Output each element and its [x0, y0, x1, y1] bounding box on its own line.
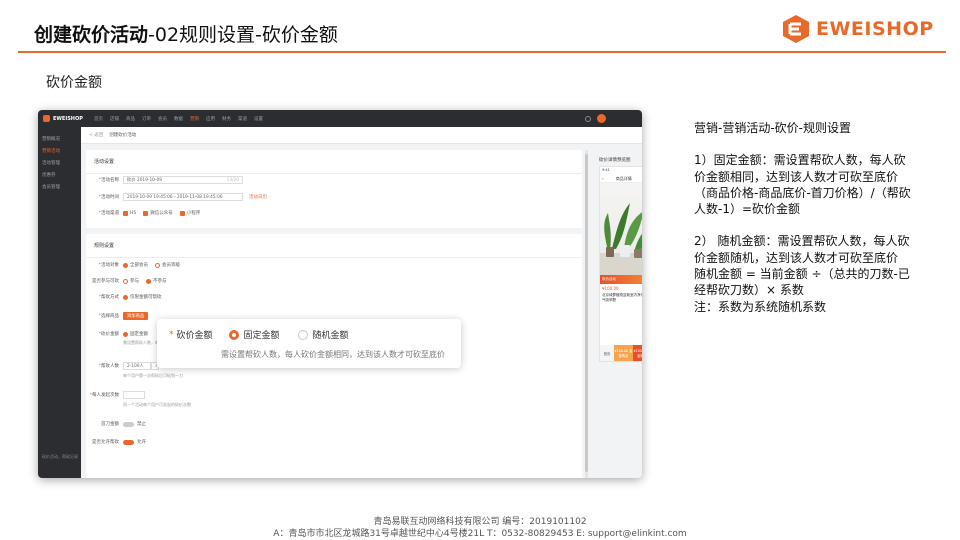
helpers-hint-row: 每个用户第一次帮砍后可砍到一刀 [123, 373, 183, 378]
section-label: 砍价金额 [46, 75, 102, 91]
buy-direct-button[interactable]: ¥100.00 直接购买 [614, 345, 633, 361]
footer-contact: A：青岛市市北区龙城路31号卓越世纪中心4号楼21L T：0532-808294… [273, 529, 687, 539]
app-topbar: EWEISHOP 首页 店铺 商品 订单 会员 数据 营销 应用 财务 渠道 设置 [38, 110, 642, 127]
top-nav-item[interactable]: 设置 [254, 116, 263, 122]
top-nav-item[interactable]: 会员 [158, 116, 167, 122]
title-divider [18, 51, 946, 53]
repeat-yes-radio[interactable]: 参与 [123, 278, 139, 284]
activity-settings-heading: 活动设置 [86, 150, 582, 174]
random-amount-formula: 随机金额 = 当前金额 ÷（总共的刀数-已经帮砍刀数）× 系数 [694, 267, 910, 298]
top-nav-item[interactable]: 商品 [126, 116, 135, 122]
activity-name-row: *活动名称 砍价 2019-10-09 13/20 [86, 176, 582, 184]
product-price: ¥100.00 [602, 286, 619, 291]
repeat-row: 是否参与可砍 参与 不参与 [92, 278, 167, 284]
top-nav-item[interactable]: 财务 [222, 116, 231, 122]
help-type-radio[interactable]: 仅限金额可帮砍 [123, 294, 162, 300]
phone-home-button[interactable]: 首页 [600, 345, 614, 361]
phone-back-icon: ‹ [602, 176, 604, 181]
fixed-amount-formula: （商品价格-商品底价-首刀价格）/（帮砍人数-1）=砍价金额 [694, 185, 911, 217]
user-avatar[interactable] [597, 114, 606, 123]
callout-label: 砍价金额 [176, 331, 213, 341]
brand-name: EWEISHOP [816, 18, 934, 40]
top-nav-item[interactable]: 应用 [206, 116, 215, 122]
topbar-actions [585, 114, 606, 123]
top-nav-item[interactable]: 渠道 [238, 116, 247, 122]
form-panel: 活动设置 *活动名称 砍价 2019-10-09 13/20 *活动时间 2019… [86, 150, 582, 478]
users-level-radio[interactable]: 会员等级 [155, 262, 180, 268]
page-title: 创建砍价活动 [109, 133, 137, 138]
activity-time-row: *活动时间 2019-10-09 19:45:06 - 2019-11-08 1… [98, 193, 267, 201]
price-fixed-radio[interactable]: 固定金额 [123, 331, 148, 337]
callout-hint: 需设置帮砍人数，每人砍价金额相同，达到该人数才可砍至底价 [221, 350, 445, 359]
fixed-amount-description: 1）固定金额：需设置帮砍人数，每人砍价金额相同，达到该人数才可砍至底价 [694, 153, 906, 184]
first-cut-row: 首刀金额 禁止 [101, 421, 146, 427]
phone-preview: 9:41▮▮ ‹商品详情⋯ 砍价活动 ¥100.00 北京绿萝植物盆栽室内净化空… [599, 166, 642, 362]
activity-time-input[interactable]: 2019-10-09 19:45:06 - 2019-11-08 19:45:0… [123, 193, 243, 201]
first-cut-toggle[interactable] [123, 421, 134, 427]
activity-channel-row: *活动渠道 H5 微信公众号 小程序 [98, 210, 201, 216]
activity-name-input[interactable]: 砍价 2019-10-09 13/20 [123, 176, 243, 184]
app-top-nav[interactable]: 首页 店铺 商品 订单 会员 数据 营销 应用 财务 渠道 设置 [94, 116, 263, 122]
sidebar-item[interactable]: 活动管理 [38, 157, 81, 169]
breadcrumb: < 返回 创建砍价活动 [81, 127, 642, 144]
product-image [600, 183, 642, 275]
top-nav-item[interactable]: 数据 [174, 116, 183, 122]
preview-title: 砍价详情预览图 [599, 158, 631, 163]
sidebar-item[interactable]: 营销概况 [38, 133, 81, 145]
random-amount-radio[interactable]: 随机金额 [297, 328, 349, 341]
coefficient-note: 注：系数为系统随机系数 [694, 299, 827, 314]
app-screenshot: EWEISHOP 首页 店铺 商品 订单 会员 数据 营销 应用 财务 渠道 设置 营销概况 营销活动… [38, 110, 642, 478]
random-amount-radio-dot [297, 329, 308, 340]
start-bargain-button[interactable]: ¥100.00 发起砍价 [633, 345, 642, 361]
activity-users-row: *活动对象 全部会员 会员等级 [98, 262, 180, 268]
users-all-radio[interactable]: 全部会员 [123, 262, 148, 268]
notification-icon[interactable] [585, 115, 591, 122]
top-nav-item[interactable]: 订单 [142, 116, 151, 122]
app-sidebar: 营销概况 营销活动 活动管理 优惠券 会员管理 砍价活动，帮砍记录 [38, 127, 81, 478]
channel-h5-checkbox[interactable]: H5 [123, 210, 136, 216]
product-name: 北京绿萝植物盆栽室内净化空气吸甲醛 [602, 293, 642, 302]
brand-logo: EWEISHOP [782, 14, 934, 44]
top-nav-item[interactable]: 首页 [94, 116, 103, 122]
top-nav-item[interactable]: 营销 [190, 116, 199, 122]
back-link[interactable]: < 返回 [89, 132, 103, 138]
helpers-input[interactable]: 2-100人 [123, 362, 151, 370]
allow-help-toggle[interactable] [123, 439, 134, 445]
activity-calendar-link[interactable]: 活动日历 [249, 194, 267, 200]
fixed-amount-radio[interactable]: 固定金额 [228, 328, 280, 341]
slide-title-bold: 创建砍价活动 [34, 24, 149, 46]
limit-input[interactable] [123, 391, 145, 399]
sidebar-item[interactable]: 会员管理 [38, 181, 81, 193]
price-mode-callout: * 砍价金额 固定金额 随机金额 需设置帮砍人数，每人砍价金额相同，达到该人数才… [157, 319, 461, 368]
add-goods-button[interactable]: 添加商品 [123, 312, 149, 320]
rule-settings-heading: 规则设置 [86, 234, 582, 258]
slide-title-rest: -02规则设置-砍价金额 [148, 24, 338, 46]
sidebar-item[interactable]: 营销活动 [38, 145, 81, 157]
bargain-banner: 砍价活动 [600, 275, 642, 284]
channel-miniapp-checkbox[interactable]: 小程序 [179, 210, 200, 216]
sidebar-item[interactable]: 优惠券 [38, 169, 81, 181]
limit-hint-row: 同一个活动每个用户可发起的砍价次数 [123, 402, 191, 407]
phone-footer: 首页 ¥100.00 直接购买 ¥100.00 发起砍价 [600, 345, 642, 361]
help-type-row: *帮砍方式 仅限金额可帮砍 [98, 294, 162, 300]
allow-help-row: 是否允许帮砍 允许 [92, 439, 146, 445]
rules-explanation: 营销-营销活动-砍价-规则设置 1）固定金额：需设置帮砍人数，每人砍价金额相同，… [694, 120, 912, 315]
channel-wechat-checkbox[interactable]: 微信公众号 [143, 210, 173, 216]
app-logo: EWEISHOP [43, 115, 86, 122]
eweishop-logo-icon [783, 15, 809, 43]
fixed-amount-radio-dot [228, 329, 239, 340]
sidebar-footer: 砍价活动，帮砍记录 [42, 454, 78, 459]
slide-title: 创建砍价活动-02规则设置-砍价金额 [34, 20, 338, 47]
form-scroll-thumb[interactable] [585, 154, 588, 472]
repeat-no-radio[interactable]: 不参与 [146, 278, 167, 284]
top-nav-item[interactable]: 店铺 [110, 116, 119, 122]
random-amount-description: 2） 随机金额：需设置帮砍人数，每人砍价金额随机，达到该人数才可砍至底价 [694, 234, 910, 265]
limit-row: *每人发起次数 [86, 391, 582, 399]
explanation-heading: 营销-营销活动-砍价-规则设置 [694, 121, 851, 135]
